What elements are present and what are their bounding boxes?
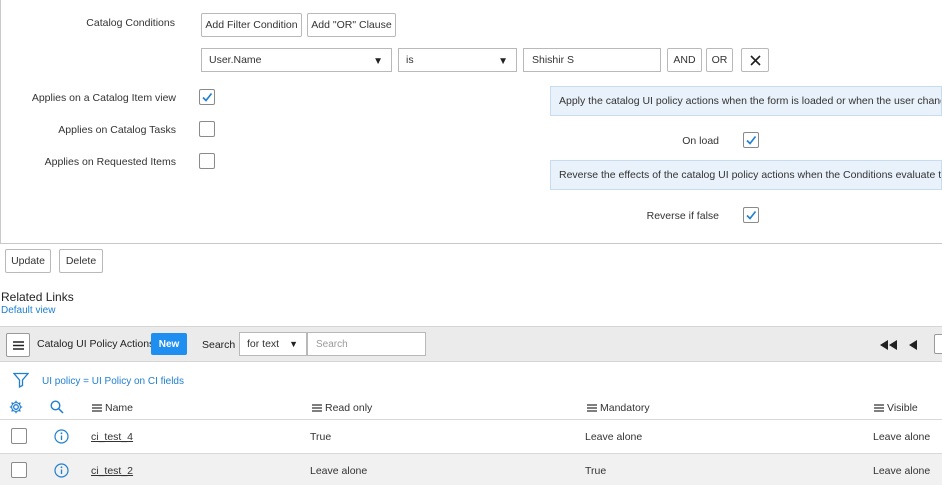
applies-catalog-tasks-label: Applies on Catalog Tasks	[58, 124, 176, 136]
search-icon[interactable]	[50, 400, 64, 414]
add-filter-condition-button[interactable]: Add Filter Condition	[201, 13, 302, 37]
row-mandatory: True	[585, 465, 607, 477]
search-field-select[interactable]: for text ▼	[239, 332, 307, 356]
update-button[interactable]: Update	[5, 249, 51, 273]
row-select-checkbox[interactable]	[11, 462, 27, 478]
chevron-down-icon: ▼	[373, 56, 383, 67]
gear-icon[interactable]	[9, 400, 23, 414]
chevron-down-icon: ▼	[289, 339, 298, 349]
row-visible: Leave alone	[873, 431, 931, 443]
default-view-link[interactable]: Default view	[1, 305, 55, 316]
on-load-info-message: Apply the catalog UI policy actions when…	[550, 86, 942, 116]
column-menu-icon	[874, 404, 884, 412]
related-list-header: Catalog UI Policy Actions New Search for…	[0, 326, 942, 362]
applies-requested-items-checkbox[interactable]	[199, 153, 215, 169]
close-icon	[749, 54, 761, 66]
column-header-read-only[interactable]: Read only	[312, 402, 372, 414]
column-header-label: Read only	[325, 402, 373, 414]
column-menu-icon	[92, 404, 102, 412]
table-row: ci_test_2 Leave alone True Leave alone	[0, 453, 942, 485]
list-title: Catalog UI Policy Actions	[37, 338, 155, 350]
row-name-link[interactable]: ci_test_2	[91, 465, 133, 477]
related-links-title: Related Links	[1, 290, 74, 304]
reverse-if-false-label: Reverse if false	[646, 210, 719, 222]
condition-value-input[interactable]: Shishir S	[523, 48, 661, 72]
checkmark-icon	[202, 93, 213, 102]
and-button[interactable]: AND	[667, 48, 702, 72]
applies-catalog-item-view-checkbox[interactable]	[199, 89, 215, 105]
applies-catalog-tasks-checkbox[interactable]	[199, 121, 215, 137]
condition-field-select[interactable]: User.Name ▼	[201, 48, 392, 72]
row-visible: Leave alone	[873, 465, 931, 477]
column-menu-icon	[312, 404, 322, 412]
hamburger-icon	[12, 340, 24, 350]
condition-operator-value: is	[406, 54, 414, 66]
condition-field-value: User.Name	[209, 54, 262, 66]
filter-breadcrumb[interactable]: UI policy = UI Policy on CI fields	[42, 376, 184, 387]
search-input[interactable]: Search	[307, 332, 426, 356]
info-icon[interactable]	[54, 429, 69, 444]
row-name-link[interactable]: ci_test_4	[91, 431, 133, 443]
new-button[interactable]: New	[151, 333, 187, 355]
applies-catalog-item-view-label: Applies on a Catalog Item view	[31, 92, 176, 104]
search-label: Search	[202, 339, 236, 351]
column-header-visible[interactable]: Visible	[874, 402, 918, 414]
column-menu-icon	[587, 404, 597, 412]
reverse-info-message: Reverse the effects of the catalog UI po…	[550, 160, 942, 190]
column-header-mandatory[interactable]: Mandatory	[587, 402, 650, 414]
row-read-only: True	[310, 431, 332, 443]
remove-condition-button[interactable]	[741, 48, 769, 72]
add-or-clause-button[interactable]: Add "OR" Clause	[307, 13, 396, 37]
table-row: ci_test_4 True Leave alone Leave alone	[0, 419, 942, 452]
column-header-label: Mandatory	[600, 402, 650, 414]
previous-page-icon[interactable]	[909, 340, 918, 350]
condition-operator-select[interactable]: is ▼	[398, 48, 517, 72]
first-page-icon[interactable]	[880, 340, 898, 350]
row-mandatory: Leave alone	[585, 431, 643, 443]
row-select-checkbox[interactable]	[11, 428, 27, 444]
column-header-label: Name	[105, 402, 134, 414]
filter-icon[interactable]	[13, 372, 29, 388]
delete-button[interactable]: Delete	[59, 249, 103, 273]
checkmark-icon	[746, 136, 757, 145]
or-button[interactable]: OR	[706, 48, 733, 72]
page-number-input[interactable]	[934, 334, 942, 354]
on-load-label: On load	[682, 135, 719, 147]
chevron-down-icon: ▼	[498, 56, 508, 67]
catalog-ui-policy-form	[0, 0, 942, 244]
catalog-conditions-label: Catalog Conditions	[86, 17, 175, 29]
on-load-checkbox[interactable]	[743, 132, 759, 148]
row-read-only: Leave alone	[310, 465, 368, 477]
column-header-label: Visible	[887, 402, 918, 414]
list-menu-button[interactable]	[6, 333, 30, 357]
checkmark-icon	[746, 211, 757, 220]
applies-requested-items-label: Applies on Requested Items	[44, 156, 176, 168]
reverse-if-false-checkbox[interactable]	[743, 207, 759, 223]
info-icon[interactable]	[54, 463, 69, 478]
column-header-name[interactable]: Name	[92, 402, 133, 414]
search-field-value: for text	[247, 338, 280, 350]
